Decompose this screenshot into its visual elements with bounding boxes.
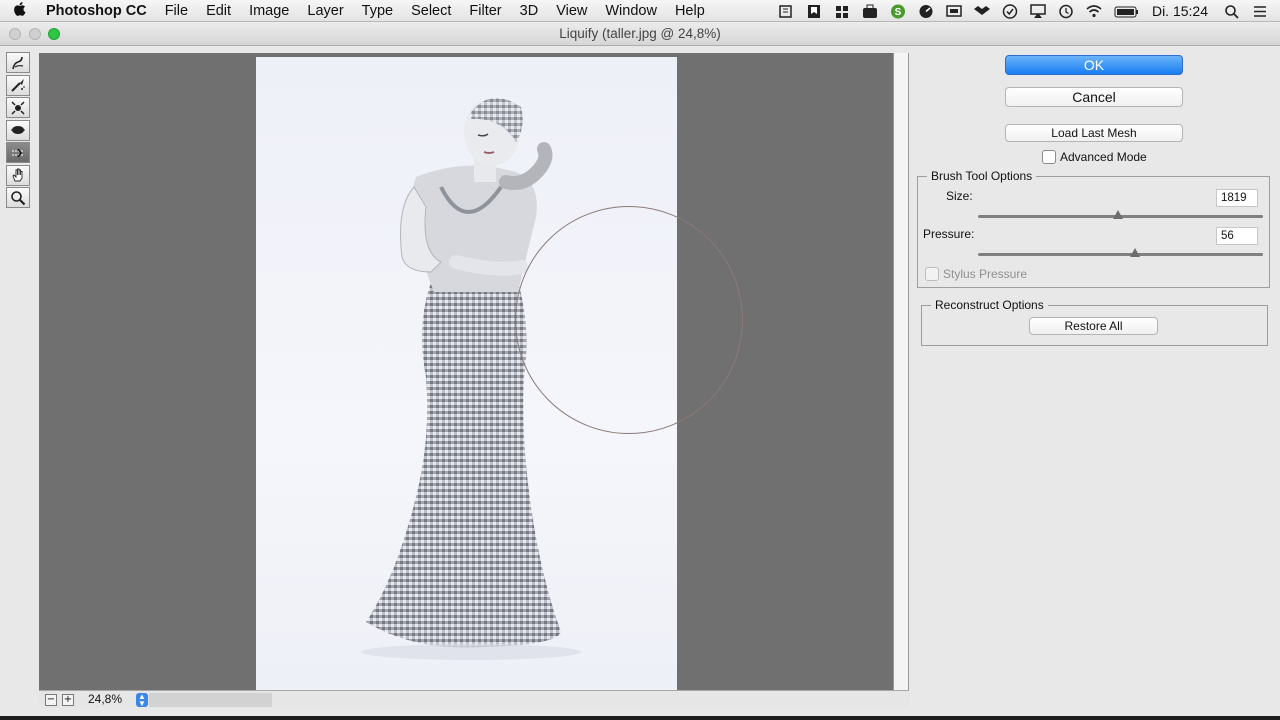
ok-button[interactable]: OK: [1005, 55, 1183, 75]
bloat-icon: [11, 126, 25, 134]
spotlight-icon[interactable]: [1224, 4, 1240, 19]
zoom-in-button[interactable]: +: [62, 694, 74, 706]
load-last-mesh-button[interactable]: Load Last Mesh: [1005, 124, 1183, 142]
menu-select[interactable]: Select: [402, 0, 460, 22]
time-machine-icon[interactable]: [1058, 4, 1074, 19]
bloat-tool[interactable]: [6, 119, 30, 141]
menu-layer[interactable]: Layer: [298, 0, 352, 22]
reconstruct-tool[interactable]: [6, 74, 30, 96]
push-left-icon: [12, 148, 24, 157]
status-menu-extras: S Di. 15:24: [772, 0, 1280, 22]
suitcase-icon[interactable]: [862, 4, 878, 19]
warp-icon: [12, 56, 24, 69]
size-label: Size:: [946, 189, 973, 203]
restore-all-button[interactable]: Restore All: [1029, 317, 1158, 335]
menu-edit[interactable]: Edit: [197, 0, 240, 22]
airplay-icon[interactable]: [1030, 3, 1046, 19]
liquify-preview-canvas[interactable]: [39, 53, 893, 690]
menu-3d[interactable]: 3D: [511, 0, 548, 22]
skype-icon[interactable]: S: [890, 4, 906, 19]
list-icon[interactable]: [1252, 4, 1268, 19]
menu-filter[interactable]: Filter: [460, 0, 510, 22]
hand-icon: [12, 168, 23, 182]
dial-icon[interactable]: [918, 4, 934, 19]
zoom-level-stepper[interactable]: ▲ ▼: [136, 693, 148, 708]
preview-scroll-gutter: [893, 53, 909, 707]
evernote-icon[interactable]: [778, 4, 794, 19]
reconstruct-icon: [11, 79, 25, 92]
menu-app-name[interactable]: Photoshop CC: [40, 0, 156, 22]
brush-cursor-circle: [515, 206, 743, 434]
pucker-icon: [11, 100, 25, 115]
liquify-toolbar: [6, 52, 32, 210]
pucker-tool[interactable]: [6, 97, 30, 118]
advanced-mode-checkbox[interactable]: [1042, 150, 1056, 164]
menu-window[interactable]: Window: [596, 0, 666, 22]
menu-file[interactable]: File: [156, 0, 197, 22]
svg-text:S: S: [895, 7, 902, 18]
check-icon[interactable]: [1002, 3, 1018, 19]
forward-warp-tool[interactable]: [6, 52, 30, 73]
size-slider-thumb[interactable]: [1112, 210, 1123, 219]
zoom-status-bar: − + 24,8% ▲ ▼: [39, 690, 909, 708]
battery-icon[interactable]: [1114, 4, 1140, 19]
push-left-tool[interactable]: [6, 142, 30, 163]
pressure-field[interactable]: 56: [1216, 227, 1258, 245]
stylus-pressure-label: Stylus Pressure: [943, 267, 1028, 281]
reconstruct-options-title: Reconstruct Options: [931, 297, 1048, 313]
zoom-tool[interactable]: [6, 187, 30, 208]
menu-image[interactable]: Image: [240, 0, 298, 22]
zoom-track: [149, 693, 272, 707]
stylus-pressure-checkbox[interactable]: [925, 267, 939, 281]
screen-icon[interactable]: [946, 4, 962, 19]
dropbox-icon[interactable]: [973, 4, 990, 19]
wifi-icon[interactable]: [1086, 4, 1102, 19]
grid-icon[interactable]: [834, 4, 850, 19]
zoom-level-field[interactable]: 24,8%: [88, 692, 122, 706]
zoom-out-button[interactable]: −: [45, 694, 57, 706]
apple-menu-icon[interactable]: [0, 1, 40, 21]
magnifier-icon: [11, 190, 26, 205]
menu-bar: Photoshop CC File Edit Image Layer Type …: [0, 0, 1280, 22]
menu-list: Photoshop CC File Edit Image Layer Type …: [40, 0, 714, 22]
window-titlebar[interactable]: Liquify (taller.jpg @ 24,8%): [0, 22, 1280, 46]
menu-help[interactable]: Help: [666, 0, 714, 22]
pressure-slider-track[interactable]: [978, 253, 1263, 256]
pressure-slider-thumb[interactable]: [1129, 248, 1140, 257]
menubar-clock[interactable]: Di. 15:24: [1152, 3, 1208, 19]
advanced-mode-label: Advanced Mode: [1060, 150, 1147, 164]
liquify-window: Liquify (taller.jpg @ 24,8%) − + 24,8% ▲…: [0, 22, 1280, 716]
menu-view[interactable]: View: [547, 0, 596, 22]
cancel-button[interactable]: Cancel: [1005, 87, 1183, 107]
size-field[interactable]: 1819: [1216, 189, 1258, 207]
pressure-label: Pressure:: [923, 227, 975, 241]
hand-tool[interactable]: [6, 164, 30, 186]
bookmark-icon[interactable]: [806, 4, 822, 19]
window-title: Liquify (taller.jpg @ 24,8%): [559, 26, 721, 41]
menu-type[interactable]: Type: [353, 0, 402, 22]
brush-tool-options-title: Brush Tool Options: [927, 168, 1037, 184]
